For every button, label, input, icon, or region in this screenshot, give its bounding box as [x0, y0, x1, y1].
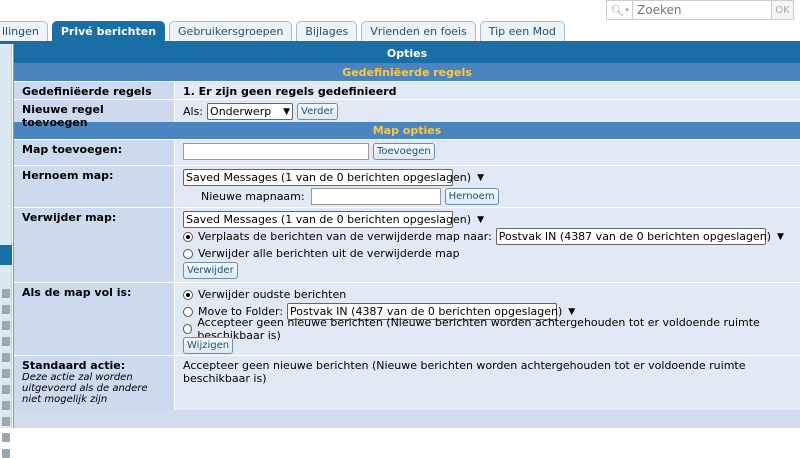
change-button[interactable]: Wijzigen	[183, 337, 234, 354]
chevron-down-icon: ▼	[477, 172, 484, 183]
delete-oldest-radio[interactable]	[183, 289, 193, 300]
next-button[interactable]: Verder	[297, 103, 338, 120]
add-folder-button[interactable]: Toevoegen	[373, 143, 435, 160]
search-input[interactable]	[632, 0, 772, 20]
rename-button[interactable]: Hernoem	[444, 188, 499, 205]
delete-folder-label: Verwijder map:	[14, 208, 175, 282]
tab-friends-foes[interactable]: Vrienden en foeis	[361, 21, 476, 41]
new-rule-row: Nieuwe regel toevoegen Als: Onderwerp ▼ V…	[14, 99, 800, 129]
delete-all-radio[interactable]	[183, 248, 193, 259]
tab-bar: llingen Privé berichten Gebruikersgroepe…	[0, 21, 565, 41]
folder-icon[interactable]	[2, 449, 10, 458]
folder-icon[interactable]	[2, 433, 10, 442]
rename-folder-select[interactable]: Saved Messages (1 van de 0 berichten opg…	[183, 169, 484, 186]
default-action-label: Standaard actie: Deze actie zal worden u…	[14, 356, 175, 410]
map-options-header: Map opties	[14, 122, 800, 139]
rules-label: Gedefiniëerde regels	[14, 82, 175, 99]
move-messages-label: Verplaats de berichten van de verwijderd…	[198, 230, 492, 243]
rename-folder-label: Hernoem map:	[14, 166, 175, 207]
new-folder-name-label: Nieuwe mapnaam:	[201, 190, 305, 203]
tab-private-messages[interactable]: Privé berichten	[51, 21, 166, 41]
new-rule-select-value: Onderwerp	[210, 105, 272, 118]
delete-all-label: Verwijder alle berichten uit de verwijde…	[198, 247, 460, 260]
delete-button[interactable]: Verwijder	[183, 262, 238, 279]
folder-icon[interactable]	[2, 321, 10, 330]
delete-folder-select[interactable]: Saved Messages (1 van de 0 berichten opg…	[183, 211, 484, 228]
tab-usergroups[interactable]: Gebruikersgroepen	[169, 21, 293, 41]
add-folder-label: Map toevoegen:	[14, 140, 175, 165]
new-rule-label: Nieuwe regel toevoegen	[14, 100, 175, 129]
move-to-folder-radio[interactable]	[183, 306, 193, 317]
rules-value: 1. Er zijn geen regels gedefinieerd	[175, 82, 800, 99]
tab-tip-mod[interactable]: Tip een Mod	[479, 21, 565, 41]
default-action-row: Standaard actie: Deze actie zal worden u…	[14, 355, 800, 410]
move-messages-radio[interactable]	[183, 231, 193, 242]
left-sidebar	[0, 44, 12, 458]
rules-section-header: Gedefiniëerde regels	[14, 63, 800, 81]
delete-folder-select-value: Saved Messages (1 van de 0 berichten opg…	[186, 213, 472, 226]
delete-oldest-label: Verwijder oudste berichten	[198, 288, 347, 301]
default-action-title: Standaard actie:	[22, 359, 126, 372]
search-icon[interactable]: 🔍︎ ▾	[606, 0, 632, 20]
move-target-select-value: Postvak IN (4387 van de 0 berichten opge…	[498, 230, 772, 243]
rules-row: Gedefiniëerde regels 1. Er zijn geen reg…	[14, 81, 800, 99]
folder-icon[interactable]	[2, 369, 10, 378]
default-action-value: Accepteer geen nieuwe berichten (Nieuwe …	[175, 356, 800, 410]
default-action-description: Deze actie zal worden uitgevoerd als de …	[22, 372, 148, 405]
sidebar-active-item[interactable]	[0, 245, 12, 265]
new-rule-select[interactable]: Onderwerp ▼	[207, 103, 294, 120]
delete-folder-row: Verwijder map: Saved Messages (1 van de …	[14, 207, 800, 282]
chevron-down-icon: ▼	[283, 106, 291, 117]
folder-icon[interactable]	[2, 385, 10, 394]
folder-icon[interactable]	[2, 289, 10, 298]
folder-icon[interactable]	[2, 417, 10, 426]
tab-attachments[interactable]: Bijlages	[296, 21, 358, 41]
folder-icon[interactable]	[2, 353, 10, 362]
folder-icon[interactable]	[2, 401, 10, 410]
folder-full-label: Als de map vol is:	[14, 283, 175, 355]
options-header: Opties	[14, 44, 800, 63]
add-folder-row: Map toevoegen: Toevoegen	[14, 139, 800, 165]
folder-icon[interactable]	[2, 337, 10, 346]
add-folder-input[interactable]	[183, 143, 369, 160]
folder-icon[interactable]	[2, 305, 10, 314]
reject-new-label: Accepteer geen nieuwe berichten (Nieuwe …	[197, 315, 760, 342]
new-rule-prefix: Als:	[183, 105, 204, 118]
chevron-down-icon: ▼	[777, 231, 784, 242]
folder-full-row: Als de map vol is: Verwijder oudste beri…	[14, 282, 800, 355]
tab-settings[interactable]: llingen	[0, 21, 48, 41]
rename-folder-row: Hernoem map: Saved Messages (1 van de 0 …	[14, 165, 800, 207]
rename-folder-select-value: Saved Messages (1 van de 0 berichten opg…	[186, 171, 472, 184]
options-panel: Opties Gedefiniëerde regels Gedefiniëerd…	[13, 44, 800, 428]
search-bar: 🔍︎▾ OK	[606, 0, 794, 20]
reject-new-radio[interactable]	[183, 323, 193, 334]
move-target-select[interactable]: Postvak IN (4387 van de 0 berichten opge…	[495, 228, 784, 245]
search-ok-button[interactable]: OK	[772, 0, 794, 20]
chevron-down-icon: ▾	[625, 6, 629, 14]
new-folder-name-input[interactable]	[310, 188, 441, 205]
chevron-down-icon: ▼	[477, 214, 484, 225]
